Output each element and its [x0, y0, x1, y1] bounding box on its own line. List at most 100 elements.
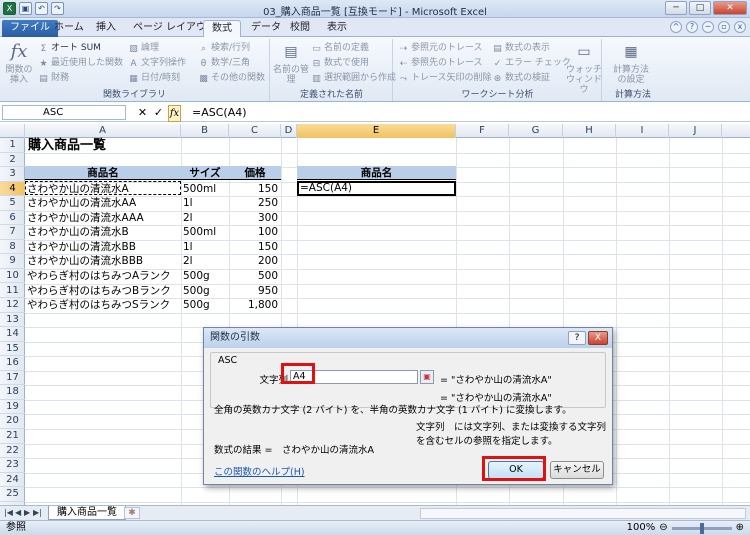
- tab-view[interactable]: 表示: [319, 20, 355, 37]
- window-close-icon[interactable]: x: [734, 21, 746, 33]
- zoom-out-icon[interactable]: ⊖: [659, 521, 667, 535]
- row-header[interactable]: 6: [0, 211, 25, 226]
- row-header[interactable]: 18: [0, 385, 25, 400]
- row-header[interactable]: 5: [0, 196, 25, 211]
- column-header-c[interactable]: C: [229, 124, 281, 138]
- sheet-tab[interactable]: 購入商品一覧: [48, 506, 126, 520]
- row-header[interactable]: 20: [0, 414, 25, 429]
- row-header[interactable]: 9: [0, 254, 25, 269]
- autosum-button[interactable]: Σ オート SUM: [38, 42, 101, 55]
- cell-size[interactable]: 1l: [183, 196, 193, 210]
- header-product-name[interactable]: 商品名: [25, 166, 181, 180]
- dialog-close-button[interactable]: X: [588, 331, 608, 345]
- tab-home[interactable]: ホーム: [46, 20, 92, 37]
- cancel-icon[interactable]: ✕: [136, 105, 149, 122]
- cell-size[interactable]: 500ml: [183, 182, 216, 196]
- logical-button[interactable]: ▧ 論理: [128, 42, 159, 55]
- row-header[interactable]: 4: [0, 181, 25, 197]
- row-header[interactable]: 11: [0, 284, 25, 299]
- trace-dependents-button[interactable]: ⇠ 参照先のトレース: [398, 57, 483, 70]
- remove-arrows-button[interactable]: ⤳ トレース矢印の削除: [398, 72, 492, 85]
- lookup-button[interactable]: ⌕ 検索/行列: [198, 42, 250, 55]
- cell-product-name[interactable]: やわらぎ村のはちみつSランク: [27, 298, 170, 312]
- recent-functions-button[interactable]: ★ 最近使用した関数: [38, 57, 123, 70]
- financial-button[interactable]: ▤ 財務: [38, 72, 69, 85]
- minimize-ribbon-icon[interactable]: ^: [670, 21, 682, 33]
- cell-price[interactable]: 300: [229, 211, 281, 225]
- enter-icon[interactable]: ✓: [152, 105, 165, 122]
- row-header[interactable]: 8: [0, 240, 25, 255]
- evaluate-formula-button[interactable]: ⊛ 数式の検証: [492, 72, 550, 85]
- cell-product-name[interactable]: さわやか山の清流水BB: [27, 240, 136, 254]
- column-header-e[interactable]: E: [297, 124, 456, 138]
- cell-size[interactable]: 500g: [183, 298, 210, 312]
- last-sheet-icon[interactable]: ▶|: [33, 508, 42, 517]
- function-help-link[interactable]: この関数のヘルプ(H): [214, 464, 305, 478]
- cell-product-name[interactable]: やわらぎ村のはちみつBランク: [27, 284, 171, 298]
- column-header-g[interactable]: G: [509, 124, 563, 138]
- cell-size[interactable]: 2l: [183, 254, 193, 268]
- window-minimize-icon[interactable]: ─: [702, 21, 714, 33]
- column-header-f[interactable]: F: [456, 124, 509, 138]
- cell-product-name[interactable]: さわやか山の清流水AAA: [27, 211, 144, 225]
- cell-price[interactable]: 950: [229, 284, 281, 298]
- error-check-button[interactable]: ✓ エラー チェック: [492, 57, 571, 70]
- row-header[interactable]: 7: [0, 225, 25, 240]
- cell-product-name[interactable]: やわらぎ村のはちみつAランク: [27, 269, 171, 283]
- tab-insert[interactable]: 挿入: [88, 20, 124, 37]
- row-header[interactable]: 21: [0, 429, 25, 444]
- zoom-level[interactable]: 100%: [627, 521, 656, 535]
- cell-price[interactable]: 250: [229, 196, 281, 210]
- row-header[interactable]: 12: [0, 298, 25, 313]
- minimize-button[interactable]: ─: [665, 1, 687, 15]
- column-header-d[interactable]: D: [281, 124, 297, 138]
- row-header[interactable]: 2: [0, 153, 25, 168]
- more-functions-button[interactable]: ▩ その他の関数: [198, 72, 265, 85]
- row-header[interactable]: 1: [0, 138, 25, 153]
- formula-input[interactable]: =ASC(A4): [190, 105, 746, 120]
- cancel-button[interactable]: キャンセル: [550, 461, 604, 479]
- row-header[interactable]: 16: [0, 356, 25, 371]
- row-header[interactable]: 15: [0, 342, 25, 357]
- column-header-h[interactable]: H: [563, 124, 616, 138]
- insert-function-button[interactable]: fx 関数の挿入: [2, 41, 36, 85]
- row-header[interactable]: 17: [0, 371, 25, 386]
- cell-price[interactable]: 150: [229, 182, 281, 196]
- select-all-corner[interactable]: [0, 124, 25, 138]
- tab-formulas[interactable]: 数式: [203, 20, 241, 37]
- cell-price[interactable]: 100: [229, 225, 281, 239]
- sheet-title[interactable]: 購入商品一覧: [28, 138, 106, 153]
- name-manager-button[interactable]: ▤ 名前の管理: [273, 41, 309, 85]
- row-header[interactable]: 22: [0, 444, 25, 459]
- header-size[interactable]: サイズ: [181, 166, 229, 180]
- cell-size[interactable]: 500g: [183, 269, 210, 283]
- row-header[interactable]: 24: [0, 473, 25, 488]
- cell-size[interactable]: 1l: [183, 240, 193, 254]
- text-functions-button[interactable]: A 文字列操作: [128, 57, 186, 70]
- cell-product-name[interactable]: さわやか山の清流水BBB: [27, 254, 143, 268]
- define-name-button[interactable]: ▭ 名前の定義: [311, 42, 369, 55]
- zoom-in-icon[interactable]: ⊕: [736, 521, 744, 535]
- horizontal-scrollbar[interactable]: [420, 508, 746, 519]
- use-in-formula-button[interactable]: ⊟ 数式で使用: [311, 57, 369, 70]
- new-sheet-icon[interactable]: ✱: [124, 507, 140, 519]
- cell-size[interactable]: 500ml: [183, 225, 216, 239]
- cell-price[interactable]: 200: [229, 254, 281, 268]
- zoom-slider-thumb[interactable]: [699, 522, 704, 534]
- column-header-i[interactable]: I: [616, 124, 669, 138]
- calculation-options-button[interactable]: ▦ 計算方法の設定: [609, 41, 653, 85]
- create-from-selection-button[interactable]: ▥ 選択範囲から作成: [311, 72, 396, 85]
- header-e-product-name[interactable]: 商品名: [297, 166, 456, 180]
- datetime-button[interactable]: ▦ 日付/時刻: [128, 72, 180, 85]
- math-button[interactable]: θ 数学/三角: [198, 57, 250, 70]
- cell-product-name[interactable]: さわやか山の清流水AA: [27, 196, 136, 210]
- active-cell-e4[interactable]: =ASC(A4): [297, 181, 456, 196]
- tab-review[interactable]: 校閲: [282, 20, 318, 37]
- prev-sheet-icon[interactable]: ◀: [15, 508, 21, 517]
- cell-price[interactable]: 150: [229, 240, 281, 254]
- maximize-button[interactable]: □: [689, 1, 711, 15]
- column-header-a[interactable]: A: [25, 124, 181, 138]
- row-header[interactable]: 25: [0, 487, 25, 502]
- dialog-help-button[interactable]: ?: [568, 331, 586, 345]
- name-box[interactable]: ASC: [2, 105, 126, 120]
